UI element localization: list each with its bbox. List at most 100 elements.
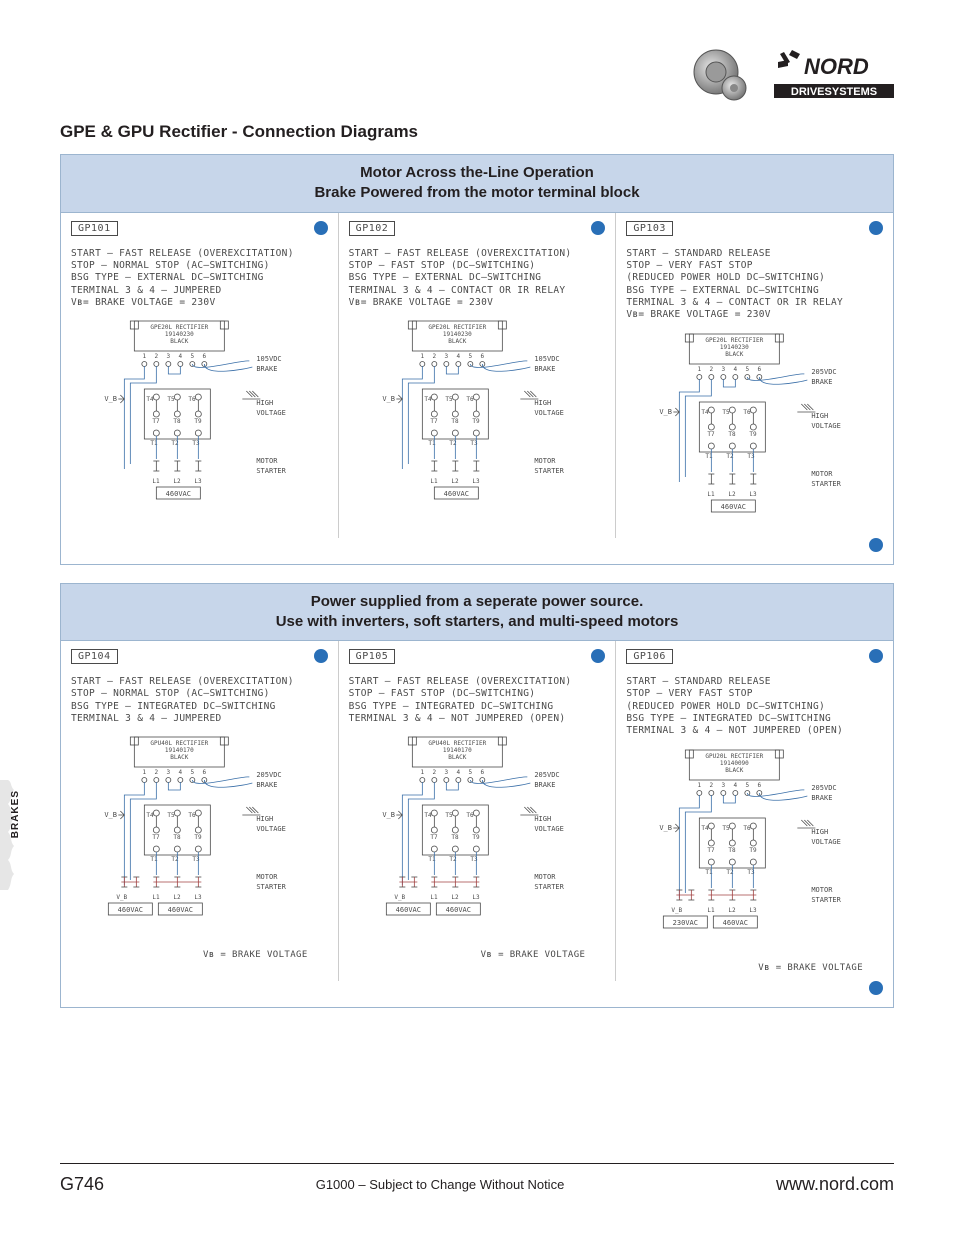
svg-text:6: 6: [480, 353, 484, 360]
diagram-cell-gp103: GP103START — STANDARD RELEASESTOP — VERY…: [616, 213, 893, 538]
svg-text:T6: T6: [188, 396, 196, 403]
svg-text:3: 3: [444, 353, 448, 360]
spec-line: TERMINAL 3 & 4 – NOT JUMPERED (OPEN): [626, 725, 883, 737]
svg-text:BLACK: BLACK: [726, 351, 744, 358]
svg-text:T9: T9: [750, 847, 758, 854]
svg-text:DRIVESYSTEMS: DRIVESYSTEMS: [791, 86, 877, 98]
svg-text:HIGH: HIGH: [256, 399, 273, 407]
svg-text:T5: T5: [445, 396, 453, 403]
svg-text:MOTOR: MOTOR: [812, 470, 834, 478]
svg-text:T1: T1: [428, 440, 436, 447]
panel2-header: Power supplied from a seperate power sou…: [61, 584, 893, 642]
svg-text:6: 6: [758, 366, 762, 373]
svg-text:L2: L2: [451, 894, 459, 901]
svg-text:3: 3: [444, 769, 448, 776]
dot-icon: [869, 981, 883, 995]
cell-id: GP104: [71, 649, 118, 664]
side-tab: BRAKES: [0, 780, 30, 890]
svg-text:T2: T2: [449, 440, 457, 447]
svg-text:V_B: V_B: [672, 907, 683, 914]
svg-text:L1: L1: [708, 907, 716, 914]
svg-text:L3: L3: [472, 478, 480, 485]
svg-text:19140230: 19140230: [165, 331, 194, 338]
svg-text:VOLTAGE: VOLTAGE: [534, 409, 564, 417]
svg-text:L3: L3: [472, 894, 480, 901]
svg-text:L1: L1: [152, 894, 160, 901]
svg-text:460VAC: 460VAC: [168, 906, 193, 914]
svg-text:BLACK: BLACK: [448, 754, 466, 761]
spec-line: STOP — VERY FAST STOP: [626, 688, 883, 700]
svg-text:1: 1: [698, 782, 702, 789]
svg-text:HIGH: HIGH: [256, 815, 273, 823]
panel1-header: Motor Across the-Line Operation Brake Po…: [61, 155, 893, 213]
svg-text:MOTOR: MOTOR: [812, 886, 834, 894]
svg-text:4: 4: [456, 353, 460, 360]
cell-id: GP106: [626, 649, 673, 664]
side-tab-label: BRAKES: [10, 790, 21, 838]
svg-text:1: 1: [420, 353, 424, 360]
spec-line: TERMINAL 3 & 4 – CONTACT OR IR RELAY: [626, 297, 883, 309]
svg-text:T2: T2: [171, 440, 179, 447]
svg-text:T5: T5: [723, 825, 731, 832]
panel1-heading-2: Brake Powered from the motor terminal bl…: [73, 183, 881, 203]
wiring-diagram: GPU40L RECTIFIER19140170BLACK123456205VD…: [349, 735, 606, 948]
svg-text:460VAC: 460VAC: [445, 906, 470, 914]
svg-text:V_B: V_B: [104, 811, 117, 819]
svg-text:T7: T7: [708, 431, 716, 438]
diagram-cell-gp101: GP101START — FAST RELEASE (OVEREXCITATIO…: [61, 213, 339, 538]
svg-text:T6: T6: [744, 825, 752, 832]
svg-text:GPE20L RECTIFIER: GPE20L RECTIFIER: [150, 324, 208, 331]
svg-text:T4: T4: [146, 396, 154, 403]
diagram-cell-gp104: GP104 START — FAST RELEASE (OVEREXCITATIO…: [61, 641, 339, 981]
svg-text:5: 5: [746, 366, 750, 373]
spec-line: START — FAST RELEASE (OVEREXCITATION): [349, 676, 606, 688]
svg-text:T5: T5: [167, 812, 175, 819]
spec-line: BSG TYPE — INTEGRATED DC–SWITCHING: [71, 701, 328, 713]
spec-line: (REDUCED POWER HOLD DC–SWITCHING): [626, 701, 883, 713]
svg-text:230VAC: 230VAC: [673, 919, 698, 927]
spec-line: STOP — FAST STOP (DC–SWITCHING): [349, 260, 606, 272]
svg-text:HIGH: HIGH: [812, 412, 829, 420]
svg-text:BRAKE: BRAKE: [812, 794, 833, 802]
svg-text:205VDC: 205VDC: [256, 771, 281, 779]
dot-icon: [591, 221, 605, 235]
diagram-cell-gp106: GP106 START — STANDARD RELEASESTOP — VERY…: [616, 641, 893, 981]
svg-text:BLACK: BLACK: [170, 338, 188, 345]
page-number: G746: [60, 1174, 104, 1195]
svg-text:T6: T6: [466, 396, 474, 403]
coupling-icon: [686, 48, 756, 104]
svg-text:MOTOR: MOTOR: [256, 457, 278, 465]
svg-text:T4: T4: [146, 812, 154, 819]
svg-text:V_B: V_B: [382, 811, 395, 819]
spec-line: START — FAST RELEASE (OVEREXCITATION): [71, 676, 328, 688]
spec-lines: START — FAST RELEASE (OVEREXCITATION)STO…: [71, 248, 328, 310]
svg-text:T4: T4: [702, 825, 710, 832]
spec-lines: START — STANDARD RELEASESTOP — VERY FAST…: [626, 676, 883, 738]
svg-text:T1: T1: [706, 869, 714, 876]
svg-text:V_B: V_B: [116, 894, 127, 901]
svg-text:T3: T3: [470, 856, 478, 863]
svg-text:19140090: 19140090: [720, 760, 749, 767]
svg-text:T8: T8: [729, 847, 737, 854]
svg-text:L1: L1: [152, 478, 160, 485]
svg-text:VOLTAGE: VOLTAGE: [534, 825, 564, 833]
svg-text:L2: L2: [729, 907, 737, 914]
svg-text:L3: L3: [750, 907, 758, 914]
svg-text:BRAKE: BRAKE: [812, 378, 833, 386]
svg-text:STARTER: STARTER: [812, 896, 842, 904]
svg-text:GPU20L RECTIFIER: GPU20L RECTIFIER: [706, 753, 764, 760]
vb-footnote: Vʙ = BRAKE VOLTAGE: [71, 950, 308, 960]
svg-text:2: 2: [432, 769, 436, 776]
svg-text:19140230: 19140230: [720, 344, 749, 351]
svg-text:HIGH: HIGH: [534, 399, 551, 407]
dot-icon: [869, 221, 883, 235]
svg-text:4: 4: [456, 769, 460, 776]
svg-text:4: 4: [734, 782, 738, 789]
svg-text:MOTOR: MOTOR: [256, 873, 278, 881]
vb-footnote: Vʙ = BRAKE VOLTAGE: [349, 950, 586, 960]
wiring-diagram: GPE20L RECTIFIER19140230BLACK123456205VD…: [626, 332, 883, 530]
svg-text:VOLTAGE: VOLTAGE: [256, 409, 286, 417]
svg-text:1: 1: [143, 353, 147, 360]
spec-line: START — FAST RELEASE (OVEREXCITATION): [71, 248, 328, 260]
svg-text:6: 6: [480, 769, 484, 776]
